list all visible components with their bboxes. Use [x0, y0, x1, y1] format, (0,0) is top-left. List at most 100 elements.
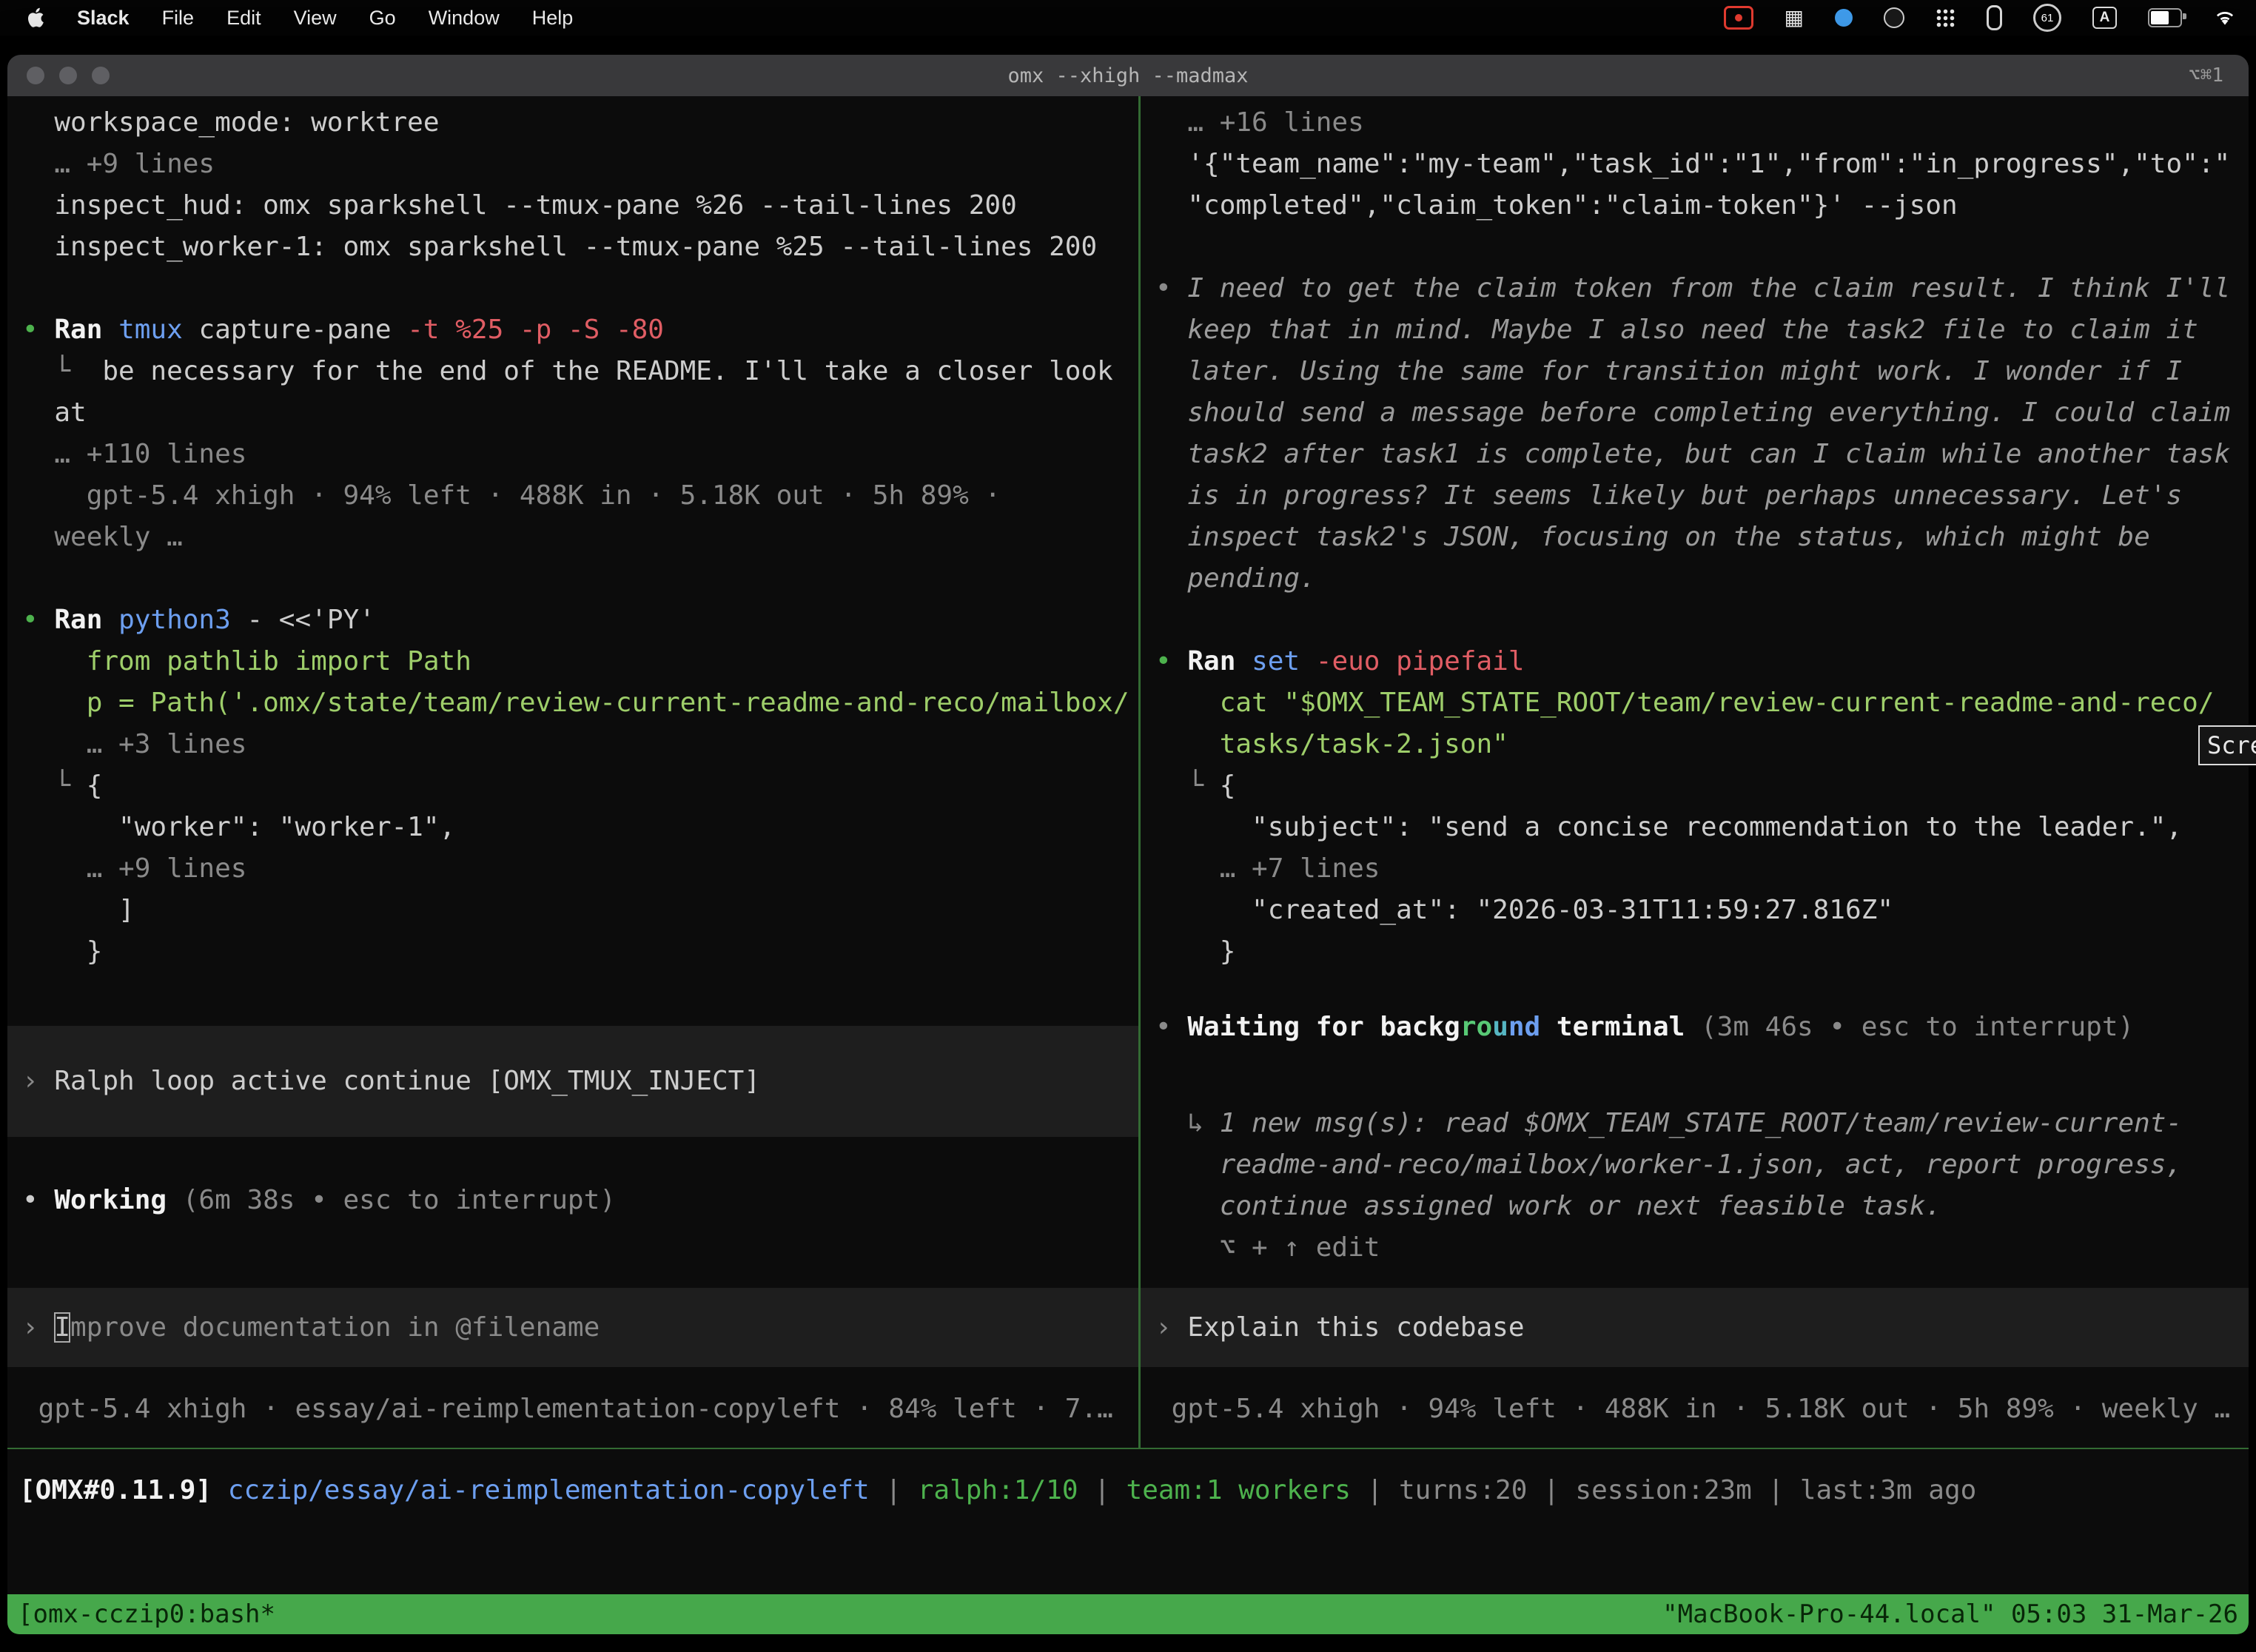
terminal-line: weekly …	[22, 517, 1138, 558]
terminal-line: … +9 lines	[22, 144, 1138, 185]
terminal-line: ⌥ + ↑ edit	[1155, 1227, 2182, 1269]
terminal-line: ↳ 1 new msg(s): read $OMX_TEAM_STATE_ROO…	[1155, 1103, 2182, 1144]
menu-items: File Edit View Go Window Help	[162, 7, 574, 30]
window-title: omx --xhigh --madmax	[7, 55, 2249, 96]
omx-status-line: [OMX#0.11.9] cczip/essay/ai-reimplementa…	[19, 1470, 1976, 1511]
tmux-status-bar: [omx-cczip0:bash* "MacBook-Pro-44.local"…	[7, 1594, 2249, 1634]
wifi-icon[interactable]	[2213, 8, 2237, 27]
terminal-line: … +3 lines	[22, 724, 1138, 765]
menu-item[interactable]: Go	[369, 7, 396, 30]
terminal-line: is in progress? It seems likely but perh…	[1155, 475, 2249, 517]
terminal-line: › Explain this codebase	[1155, 1307, 1525, 1349]
keyboard-icon[interactable]: ▦	[1785, 7, 1804, 28]
ralph-loop-banner[interactable]: › Ralph loop active continue [OMX_TMUX_I…	[7, 1026, 1138, 1137]
waiting-status-line: • Waiting for background terminal (3m 46…	[1155, 1007, 2134, 1048]
terminal-line: tasks/task-2.json"	[1155, 724, 2249, 765]
terminal-line: gpt-5.4 xhigh · 94% left · 488K in · 5.1…	[22, 475, 1138, 517]
terminal-line: › Ralph loop active continue [OMX_TMUX_I…	[22, 1061, 760, 1102]
right-pane-footer: gpt-5.4 xhigh · 94% left · 488K in · 5.1…	[1155, 1389, 2230, 1430]
terminal-line: task2 after task1 is complete, but can I…	[1155, 434, 2249, 475]
window-titlebar[interactable]: omx --xhigh --madmax ⌥⌘1	[7, 55, 2249, 97]
window-shortcut-label: ⌥⌘1	[2189, 55, 2223, 96]
terminal-line: from pathlib import Path	[22, 641, 1138, 682]
horizontal-pane-border	[7, 1448, 2249, 1449]
terminal-line: … +7 lines	[1155, 848, 2249, 890]
terminal-line: inspect_worker-1: omx sparkshell --tmux-…	[22, 226, 1138, 268]
menu-item[interactable]: Edit	[226, 7, 261, 30]
active-app-name[interactable]: Slack	[77, 7, 130, 30]
screen-overlay: Scre	[2198, 725, 2256, 765]
terminal-line: … +110 lines	[22, 434, 1138, 475]
terminal-line: pending.	[1155, 558, 2249, 600]
dots-grid-icon[interactable]	[1936, 8, 1955, 28]
terminal-line: workspace_mode: worktree	[22, 102, 1138, 144]
pill-icon[interactable]	[1987, 5, 2002, 30]
terminal-line: "completed","claim_token":"claim-token"}…	[1155, 185, 2249, 226]
apple-logo-icon[interactable]	[27, 7, 44, 28]
terminal-line: └ {	[1155, 765, 2249, 807]
right-terminal-pane[interactable]: … +16 lines '{"team_name":"my-team","tas…	[1141, 96, 2249, 1448]
terminal-line: p = Path('.omx/state/team/review-current…	[22, 682, 1138, 724]
left-pane-transcript: workspace_mode: worktree … +9 lines insp…	[22, 102, 1138, 973]
terminal-line: gpt-5.4 xhigh · 94% left · 488K in · 5.1…	[1155, 1389, 2230, 1430]
terminal-line	[22, 268, 1138, 309]
terminal-line: "worker": "worker-1",	[22, 807, 1138, 848]
terminal-window: omx --xhigh --madmax ⌥⌘1 workspace_mode:…	[7, 55, 2249, 1634]
terminal-line: continue assigned work or next feasible …	[1155, 1186, 2182, 1227]
menu-item[interactable]: File	[162, 7, 195, 30]
battery-gauge-icon[interactable]: 61	[2033, 4, 2061, 32]
terminal-line: '{"team_name":"my-team","task_id":"1","f…	[1155, 144, 2249, 185]
ralph-loop-text: › Ralph loop active continue [OMX_TMUX_I…	[22, 1061, 760, 1102]
terminal-line: cat "$OMX_TEAM_STATE_ROOT/team/review-cu…	[1155, 682, 2249, 724]
terminal-line: • I need to get the claim token from the…	[1155, 268, 2249, 309]
terminal-line: • Working (6m 38s • esc to interrupt)	[22, 1180, 616, 1221]
left-terminal-pane[interactable]: workspace_mode: worktree … +9 lines insp…	[7, 96, 1138, 1448]
mailbox-message-block: ↳ 1 new msg(s): read $OMX_TEAM_STATE_ROO…	[1155, 1103, 2182, 1269]
screen-recording-stop-icon[interactable]	[1724, 6, 1753, 30]
tmux-session-label: [omx-cczip0:bash*	[18, 1599, 275, 1629]
terminal-line: }	[1155, 931, 2249, 973]
blue-app-icon[interactable]	[1835, 9, 1853, 27]
terminal-line: gpt-5.4 xhigh · essay/ai-reimplementatio…	[22, 1389, 1113, 1430]
terminal-line: • Ran tmux capture-pane -t %25 -p -S -80	[22, 309, 1138, 351]
prompt-input-left-text: › Improve documentation in @filename	[22, 1307, 600, 1349]
terminal-line: └ be necessary for the end of the README…	[22, 351, 1138, 392]
menu-item[interactable]: Help	[532, 7, 574, 30]
left-pane-footer: gpt-5.4 xhigh · essay/ai-reimplementatio…	[22, 1389, 1113, 1430]
terminal-line	[1155, 226, 2249, 268]
terminal-line: readme-and-reco/mailbox/worker-1.json, a…	[1155, 1144, 2182, 1186]
menu-item[interactable]: View	[294, 7, 337, 30]
prompt-input-left[interactable]: › Improve documentation in @filename	[7, 1288, 1138, 1367]
input-source-label: A	[2100, 10, 2110, 26]
terminal-line: at	[22, 392, 1138, 434]
menu-item[interactable]: Window	[429, 7, 500, 30]
terminal-line: inspect task2's JSON, focusing on the st…	[1155, 517, 2249, 558]
battery-icon[interactable]	[2148, 8, 2182, 27]
terminal-line: "created_at": "2026-03-31T11:59:27.816Z"	[1155, 890, 2249, 931]
input-source-icon[interactable]: A	[2092, 7, 2117, 29]
working-status-line: • Working (6m 38s • esc to interrupt)	[22, 1180, 616, 1221]
tmux-host-clock-label: "MacBook-Pro-44.local" 05:03 31-Mar-26	[1662, 1599, 2238, 1629]
terminal-line: [OMX#0.11.9] cczip/essay/ai-reimplementa…	[19, 1470, 1976, 1511]
terminal-line: "subject": "send a concise recommendatio…	[1155, 807, 2249, 848]
terminal-line: • Ran python3 - <<'PY'	[22, 600, 1138, 641]
terminal-line: └ {	[22, 765, 1138, 807]
battery-fill	[2151, 11, 2169, 24]
terminal-line: … +16 lines	[1155, 102, 2249, 144]
terminal-line: later. Using the same for transition mig…	[1155, 351, 2249, 392]
terminal-line: inspect_hud: omx sparkshell --tmux-pane …	[22, 185, 1138, 226]
terminal-line	[22, 558, 1138, 600]
circle-app-icon[interactable]	[1884, 7, 1904, 28]
terminal-line: • Ran set -euo pipefail	[1155, 641, 2249, 682]
terminal-line: › Improve documentation in @filename	[22, 1307, 600, 1349]
terminal-line: should send a message before completing …	[1155, 392, 2249, 434]
terminal-line: }	[22, 931, 1138, 973]
screen-overlay-text: Scre	[2207, 731, 2256, 759]
battery-gauge-value: 61	[2041, 12, 2054, 24]
terminal-line: ]	[22, 890, 1138, 931]
prompt-input-right[interactable]: › Explain this codebase	[1141, 1288, 2249, 1367]
terminal-line: … +9 lines	[22, 848, 1138, 890]
menu-bar: Slack File Edit View Go Window Help ▦ 61 A	[0, 0, 2256, 36]
terminal-line: • Waiting for background terminal (3m 46…	[1155, 1007, 2134, 1048]
terminal-line	[1155, 600, 2249, 641]
